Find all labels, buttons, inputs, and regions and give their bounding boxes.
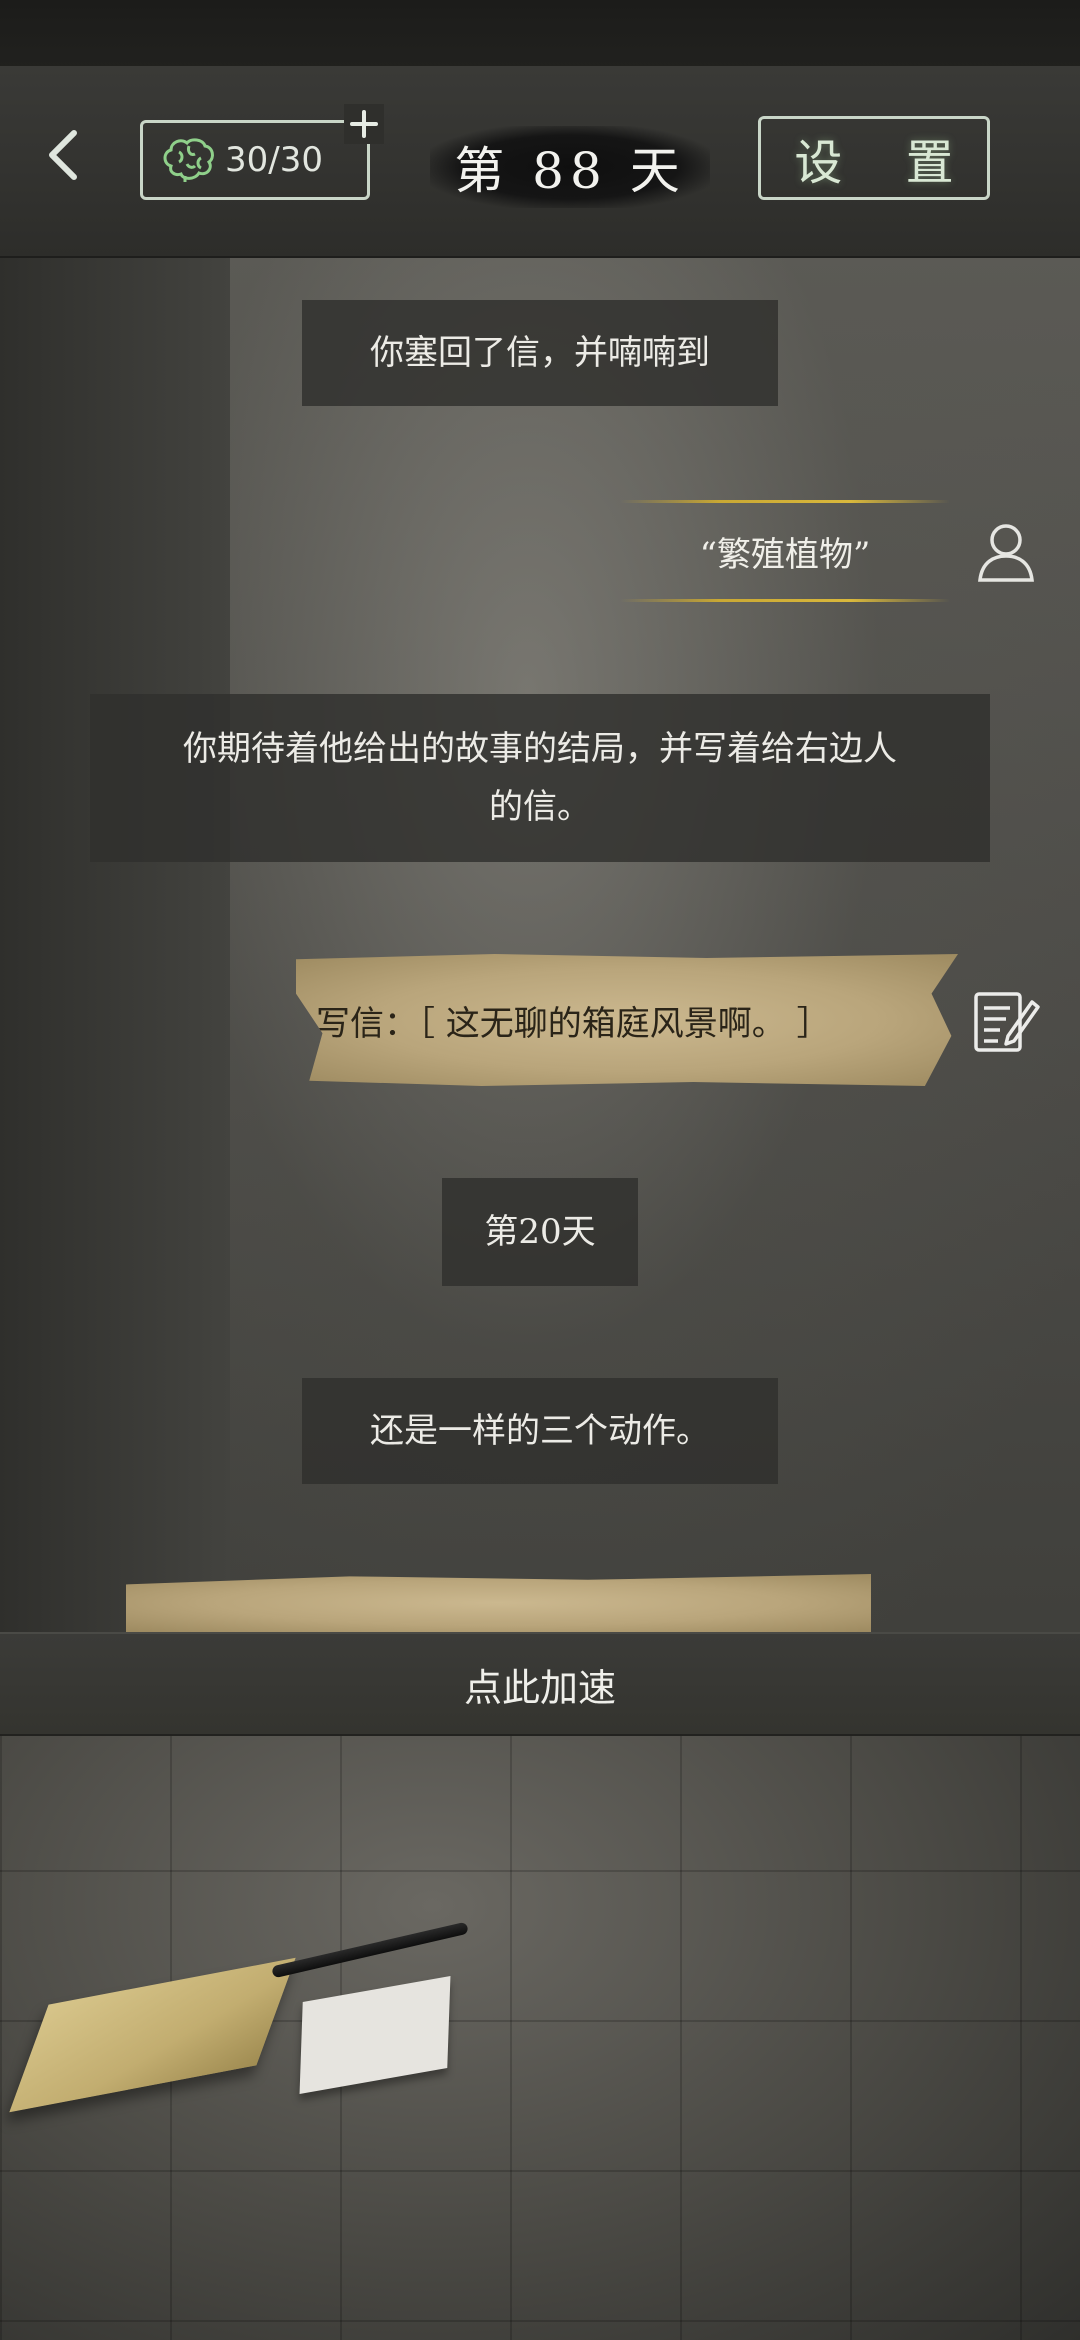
person-icon [978,524,1034,582]
story-message-2-line-2: 的信。 [489,787,591,827]
story-message-2: 你期待着他给出的故事的结局，并写着给右边人 的信。 [90,694,990,862]
day-counter: 第 88 天 [430,126,710,208]
brain-value: 30/30 [225,140,323,180]
note-edit-icon [974,992,1040,1052]
letter-paper-partial [126,1574,871,1632]
story-message-2-line-1: 你期待着他给出的故事的结局，并写着给右边人 [183,729,897,769]
add-brain-button[interactable] [344,104,384,144]
chevron-left-icon [49,130,77,180]
settings-button[interactable]: 设 置 [758,116,990,200]
story-message-1: 你塞回了信，并喃喃到 [302,300,778,406]
speed-up-button[interactable]: 点此加速 [0,1632,1080,1736]
letter-text: 写信：［ 这无聊的箱庭风景啊。 ］ [316,1003,831,1044]
quote-text: “繁殖植物” [699,534,871,575]
quote-line-bottom [620,599,950,602]
brain-icon [163,138,214,182]
quote-line: “繁殖植物” [620,496,950,606]
story-message-3: 还是一样的三个动作。 [302,1378,778,1484]
back-button[interactable] [34,120,94,190]
day-20-label: 第20天 [442,1178,638,1286]
plus-icon [350,110,378,138]
quote-line-top [620,500,950,503]
brain-energy-counter: 30/30 [140,120,370,200]
letter-paper: 写信：［ 这无聊的箱庭风景啊。 ］ [296,954,958,1086]
